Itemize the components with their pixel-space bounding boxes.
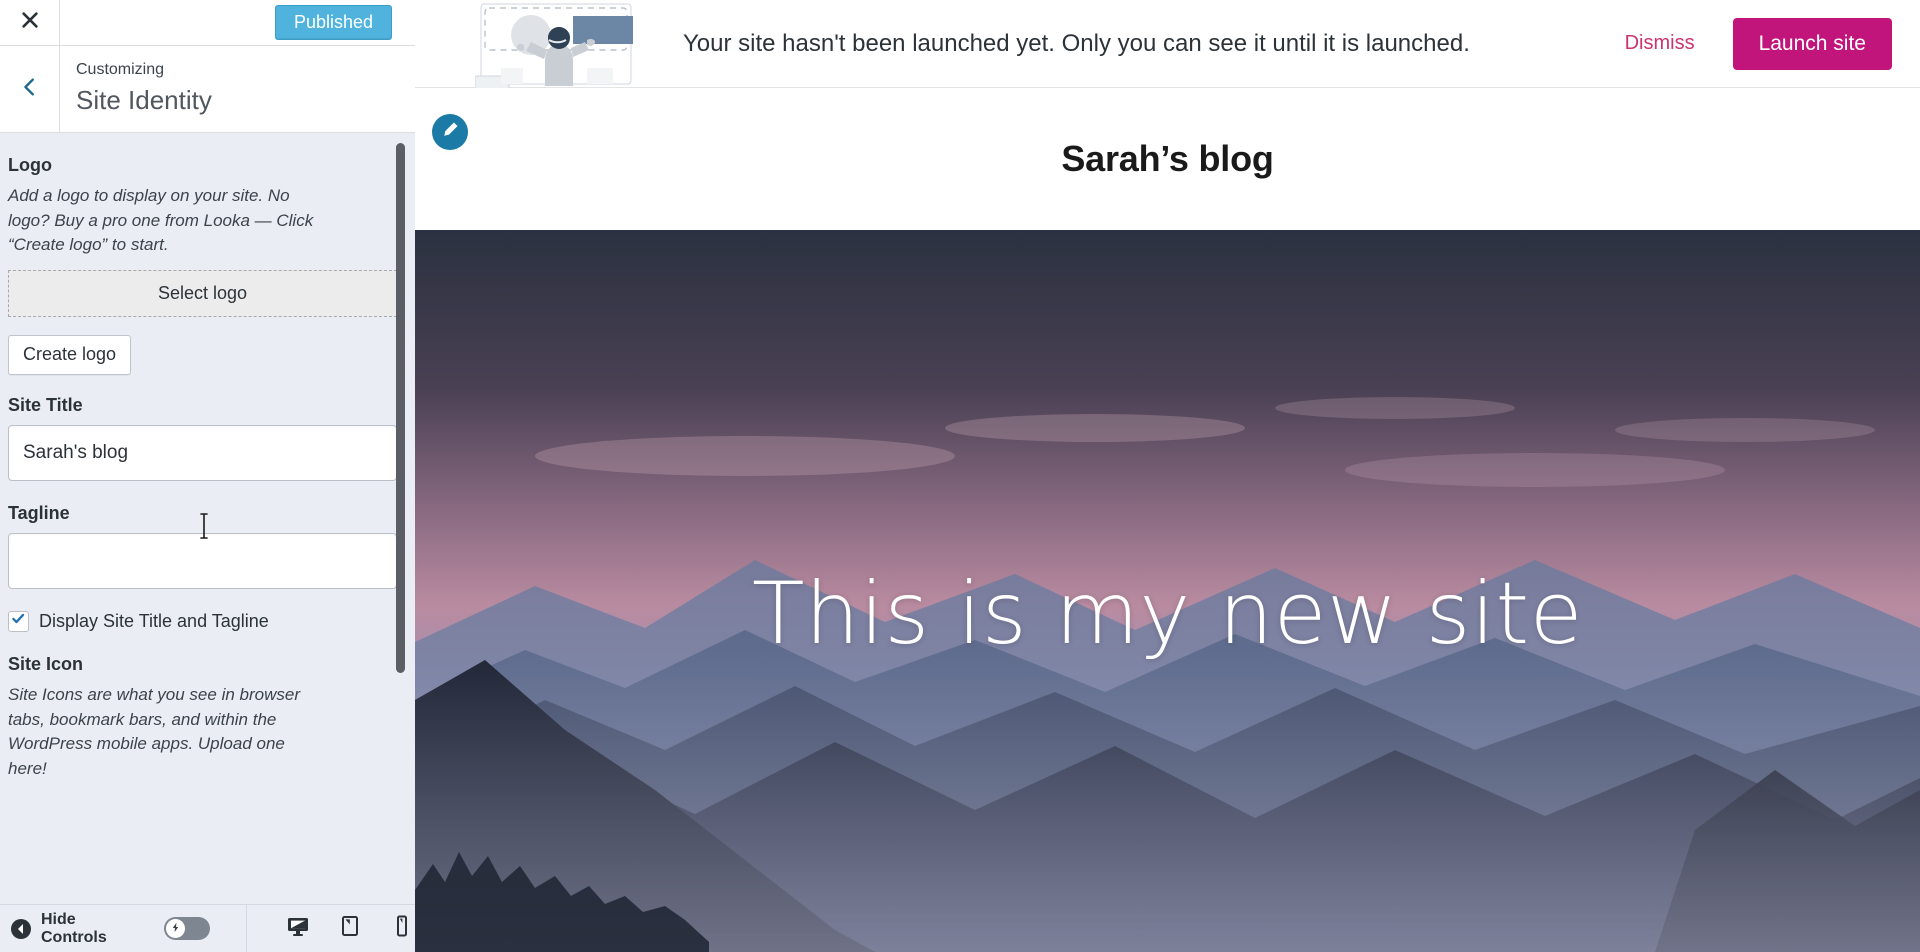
back-button[interactable] <box>0 46 60 132</box>
tagline-input[interactable] <box>8 532 397 589</box>
hide-controls-button[interactable]: Hide Controls <box>0 905 154 952</box>
logo-section-heading: Logo <box>8 155 52 175</box>
sidebar-scrollbar-track[interactable] <box>396 133 410 904</box>
site-title-label: Site Title <box>8 394 83 415</box>
logo-section-description: Add a logo to display on your site. No l… <box>8 186 314 255</box>
lightning-bolt-icon <box>170 920 181 938</box>
sidebar-scrollbar-thumb[interactable] <box>396 143 405 673</box>
customizer-controls: Logo Add a logo to display on your site.… <box>0 133 415 904</box>
page-title: Site Identity <box>76 85 212 115</box>
person-placing-blocks-illustration <box>475 0 645 88</box>
desktop-preview-button[interactable] <box>285 916 311 942</box>
create-logo-button[interactable]: Create logo <box>8 334 132 375</box>
edit-shortcut-button[interactable] <box>432 114 468 150</box>
customizer-panel-header: Customizing Site Identity <box>0 46 415 133</box>
chevron-left-icon <box>19 76 41 103</box>
tablet-preview-button[interactable] <box>337 916 363 942</box>
launch-notice-banner: Your site hasn't been launched yet. Only… <box>415 0 1920 88</box>
close-customizer-button[interactable] <box>0 0 60 45</box>
customizer-topbar: Published <box>0 0 415 46</box>
published-button[interactable]: Published <box>274 5 392 40</box>
site-title-input[interactable] <box>8 424 397 481</box>
breadcrumb: Customizing <box>76 61 165 78</box>
launch-site-button[interactable]: Launch site <box>1732 17 1892 70</box>
select-logo-button[interactable]: Select logo <box>8 269 397 317</box>
pencil-edit-icon <box>441 120 460 144</box>
tagline-label: Tagline <box>8 502 70 523</box>
display-title-tagline-checkbox[interactable]: Display Site Title and Tagline <box>8 610 397 632</box>
checkmark-icon <box>11 611 26 631</box>
preview-site-title: Sarah’s blog <box>1061 138 1274 179</box>
panel-titles: Customizing Site Identity <box>60 46 415 132</box>
customizer-app: Published Customizing Site Identity Logo… <box>0 0 1920 952</box>
site-icon-heading: Site Icon <box>8 653 84 674</box>
desktop-icon <box>286 914 310 943</box>
device-preview-group <box>246 905 415 952</box>
launch-notice-message: Your site hasn't been launched yet. Only… <box>683 29 1470 57</box>
checkbox-box[interactable] <box>8 610 29 632</box>
hide-controls-label: Hide Controls <box>41 910 107 946</box>
mobile-preview-button[interactable] <box>389 914 415 943</box>
toggle-knob <box>166 919 185 938</box>
hero-section: This is my new site <box>415 230 1920 952</box>
collapse-arrow-icon <box>10 918 32 940</box>
site-icon-description: Site Icons are what you see in browser t… <box>8 684 300 778</box>
hero-heading: This is my new site <box>751 564 1584 664</box>
mobile-icon <box>390 914 414 943</box>
close-x-icon <box>20 10 40 35</box>
customizer-sidebar: Published Customizing Site Identity Logo… <box>0 0 415 952</box>
dismiss-link[interactable]: Dismiss <box>1625 32 1695 55</box>
preview-refresh-toggle[interactable] <box>164 917 210 940</box>
checkbox-label: Display Site Title and Tagline <box>39 610 269 631</box>
site-header: Sarah’s blog <box>415 88 1920 230</box>
site-preview-pane: Your site hasn't been launched yet. Only… <box>415 0 1920 952</box>
customizer-footer: Hide Controls <box>0 904 415 952</box>
tablet-icon <box>338 914 362 943</box>
